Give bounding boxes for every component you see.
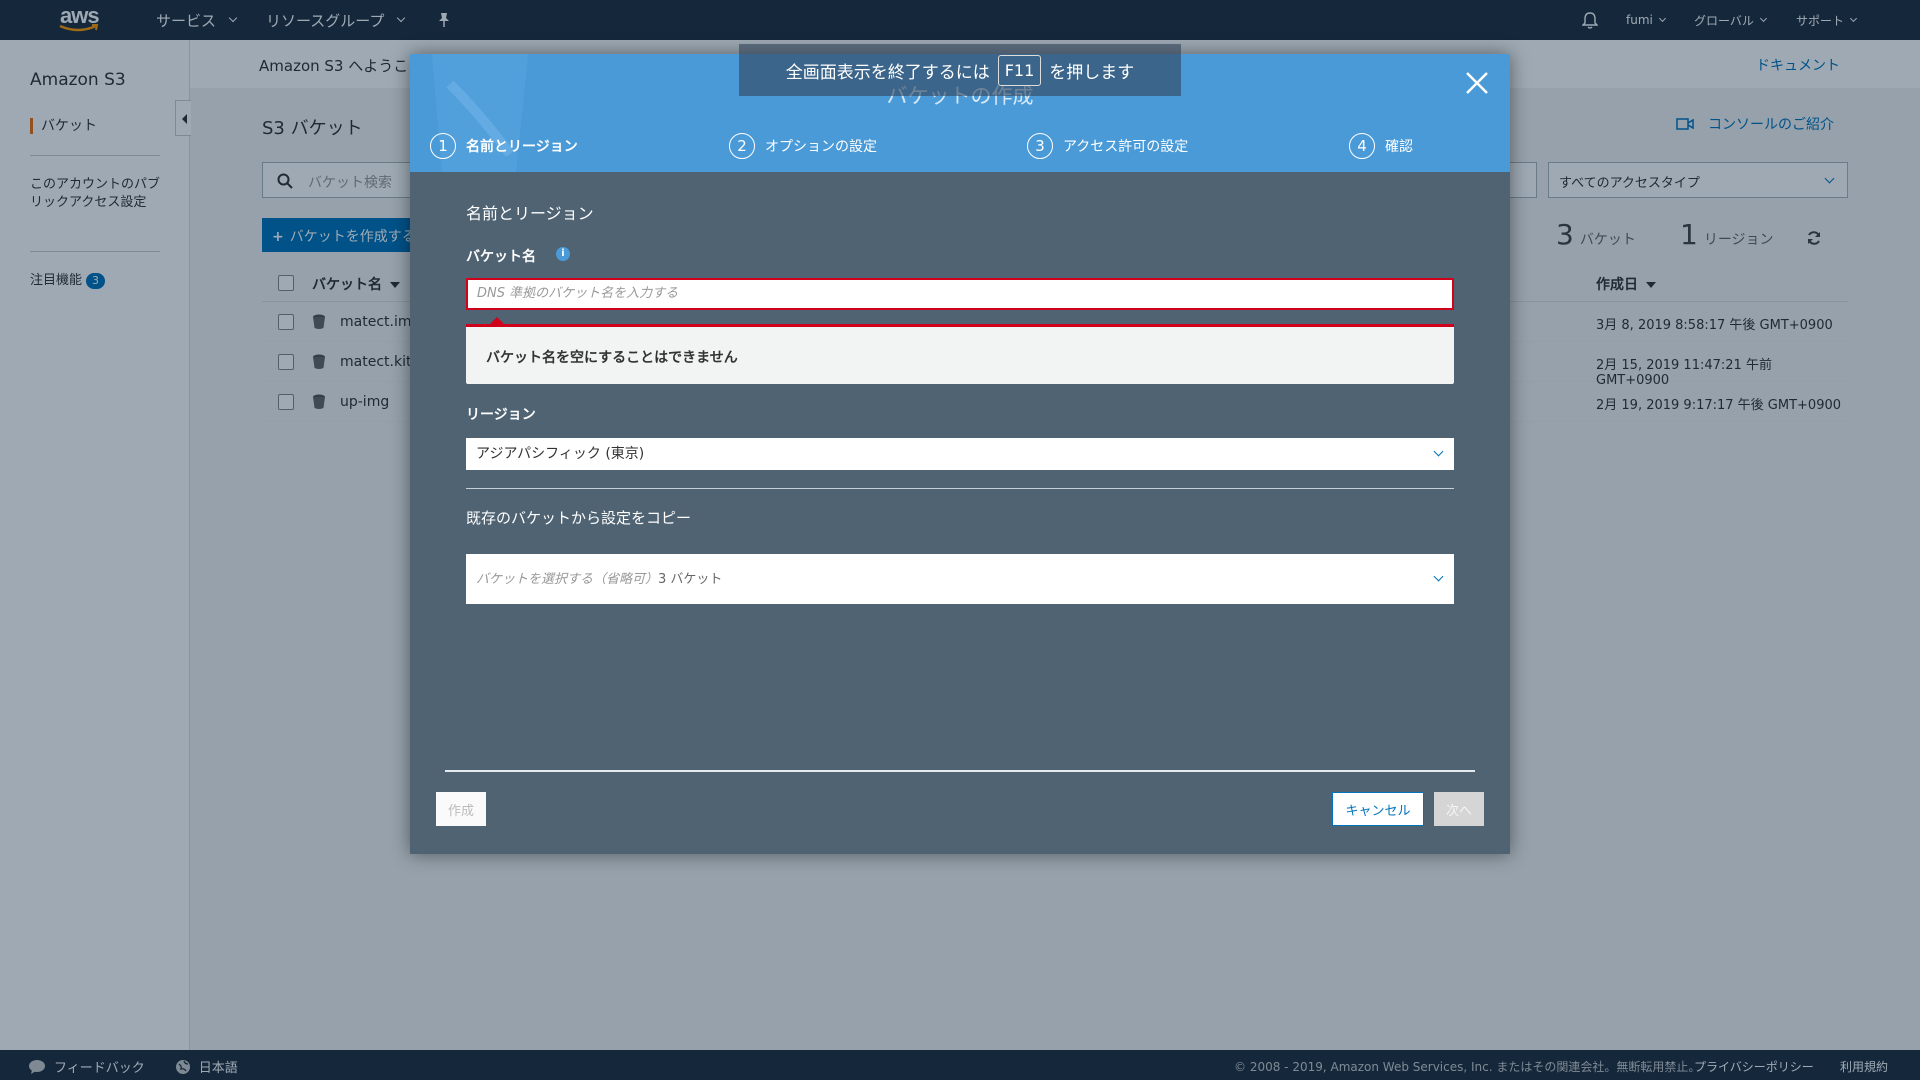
cancel-button[interactable]: キャンセル bbox=[1332, 792, 1424, 826]
fullscreen-exit-notice: 全画面表示を終了するには F11 を押します bbox=[739, 44, 1181, 96]
chevron-down-icon bbox=[1433, 571, 1444, 582]
copy-bucket-select[interactable]: バケットを選択する（省略可）3 バケット bbox=[466, 554, 1454, 604]
step-name-region[interactable]: 1 名前とリージョン bbox=[430, 133, 578, 159]
step-review[interactable]: 4 確認 bbox=[1349, 133, 1413, 159]
create-bucket-dialog: バケットの作成 1 名前とリージョン 2 オプションの設定 3 アクセス許可の設定 4… bbox=[410, 54, 1510, 854]
next-button[interactable]: 次へ bbox=[1434, 792, 1484, 826]
bucket-name-label: バケット名 bbox=[466, 249, 536, 265]
f11-key: F11 bbox=[997, 54, 1042, 86]
info-icon[interactable]: i bbox=[556, 247, 570, 261]
copy-settings-title: 既存のバケットから設定をコピー bbox=[466, 509, 692, 527]
validation-error: バケット名を空にすることはできません bbox=[466, 317, 1454, 384]
region-label: リージョン bbox=[466, 407, 536, 423]
error-pointer bbox=[490, 317, 504, 324]
step-permissions[interactable]: 3 アクセス許可の設定 bbox=[1027, 133, 1188, 159]
dialog-footer-divider bbox=[445, 770, 1475, 772]
bucket-name-input[interactable]: DNS 準拠のバケット名を入力する bbox=[466, 278, 1454, 310]
create-button[interactable]: 作成 bbox=[436, 792, 486, 826]
step-options[interactable]: 2 オプションの設定 bbox=[729, 133, 877, 159]
close-icon[interactable] bbox=[1464, 70, 1490, 96]
section-divider bbox=[466, 488, 1454, 489]
error-message: バケット名を空にすることはできません bbox=[486, 350, 738, 366]
region-select[interactable]: アジアパシフィック (東京) bbox=[466, 438, 1454, 470]
chevron-down-icon bbox=[1433, 446, 1444, 457]
section-title: 名前とリージョン bbox=[466, 204, 594, 223]
